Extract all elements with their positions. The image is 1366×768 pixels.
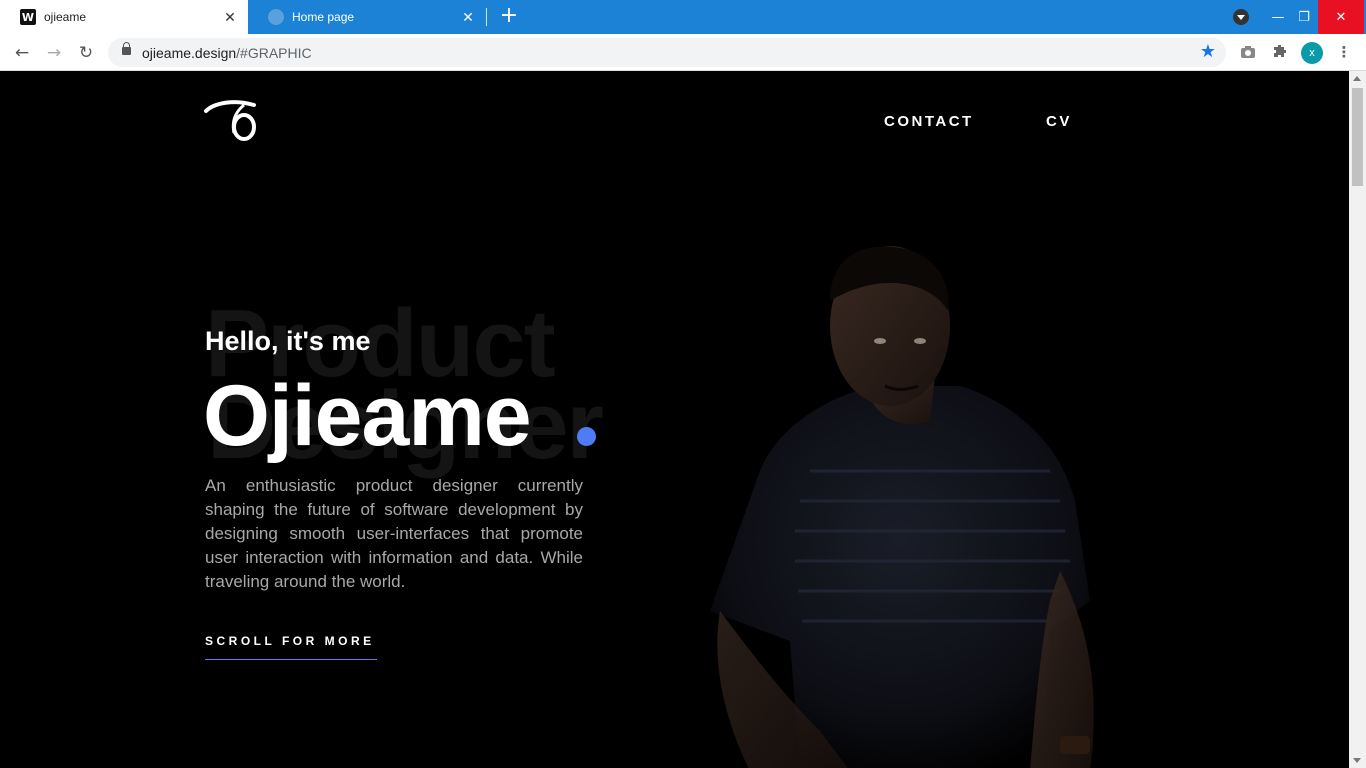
- close-tab-icon[interactable]: ✕: [460, 9, 476, 25]
- ojieame-logo-icon[interactable]: [204, 99, 258, 143]
- webflow-favicon-icon: W: [20, 9, 36, 25]
- url-text[interactable]: ojieame.design/#GRAPHIC: [142, 45, 312, 61]
- tab-ojieame[interactable]: W ojieame ✕: [0, 0, 248, 34]
- reload-icon[interactable]: ↻: [74, 41, 98, 65]
- bookmark-star-icon[interactable]: ★: [1200, 41, 1216, 62]
- new-tab-button[interactable]: +: [498, 5, 520, 28]
- page-viewport: CONTACT CV Product Designer Hello, it's …: [0, 71, 1349, 768]
- address-bar[interactable]: ojieame.design/#GRAPHIC ★: [108, 38, 1226, 67]
- close-window-icon[interactable]: ✕: [1318, 0, 1364, 34]
- scroll-for-more-link[interactable]: SCROLL FOR MORE: [205, 634, 375, 648]
- tab-divider: [486, 8, 487, 26]
- lock-icon: [122, 42, 131, 55]
- forward-icon[interactable]: →: [42, 41, 66, 65]
- greeting-heading: Hello, it's me: [205, 326, 371, 356]
- tab-title: ojieame: [44, 10, 87, 24]
- scroll-down-arrow-icon[interactable]: [1353, 758, 1361, 763]
- browser-toolbar: ← → ↻ ojieame.design/#GRAPHIC ★ x ⋮: [0, 34, 1366, 71]
- camera-icon[interactable]: [1238, 42, 1258, 62]
- globe-icon: [268, 9, 284, 25]
- browser-tab-bar: W ojieame ✕ Home page ✕ + — ❐ ✕: [0, 0, 1366, 34]
- bio-paragraph: An enthusiastic product designer current…: [205, 476, 583, 591]
- tab-home-page[interactable]: Home page ✕: [248, 0, 486, 34]
- profile-avatar[interactable]: x: [1301, 42, 1323, 64]
- scroll-up-arrow-icon[interactable]: [1353, 76, 1361, 81]
- tab-search-icon[interactable]: [1233, 9, 1249, 25]
- menu-kebab-icon[interactable]: ⋮: [1334, 42, 1354, 62]
- contact-link[interactable]: CONTACT: [884, 113, 974, 130]
- cv-link[interactable]: CV: [1046, 113, 1072, 130]
- page-scrollbar[interactable]: [1349, 71, 1366, 768]
- portrait-photo: [710, 246, 1094, 768]
- accent-dot: [577, 427, 596, 446]
- hero-name: Ojieame: [203, 368, 532, 464]
- close-tab-icon[interactable]: ✕: [222, 9, 238, 25]
- back-icon[interactable]: ←: [10, 41, 34, 65]
- scrollbar-thumb[interactable]: [1352, 88, 1363, 186]
- restore-icon[interactable]: ❐: [1287, 0, 1321, 34]
- tab-title: Home page: [292, 10, 355, 24]
- cta-underline: [205, 659, 377, 660]
- extensions-icon[interactable]: [1270, 42, 1290, 62]
